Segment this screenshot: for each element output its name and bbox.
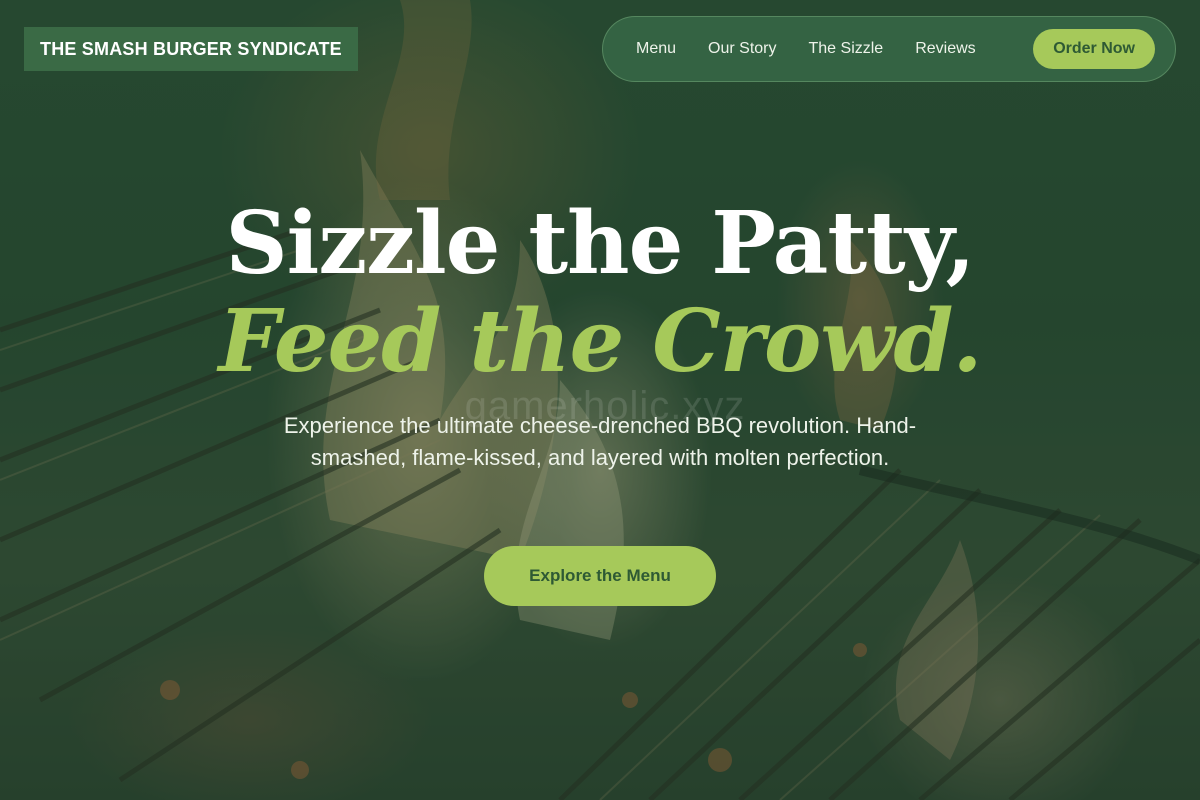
nav-link-the-sizzle[interactable]: The Sizzle xyxy=(809,40,884,58)
order-now-button[interactable]: Order Now xyxy=(1033,29,1155,69)
explore-menu-button[interactable]: Explore the Menu xyxy=(484,546,716,606)
brand-name: THE SMASH BURGER SYNDICATE xyxy=(40,38,342,59)
nav-link-menu[interactable]: Menu xyxy=(636,40,676,58)
main-nav: Menu Our Story The Sizzle Reviews Order … xyxy=(602,16,1176,82)
hero-title-accent: Feed the Crowd. xyxy=(218,291,983,392)
nav-link-our-story[interactable]: Our Story xyxy=(708,40,776,58)
hero-title: Sizzle the Patty, xyxy=(225,193,976,294)
brand-logo[interactable]: THE SMASH BURGER SYNDICATE xyxy=(24,27,358,71)
hero-subtitle: Experience the ultimate cheese-drenched … xyxy=(283,413,917,470)
nav-link-reviews[interactable]: Reviews xyxy=(915,40,975,58)
